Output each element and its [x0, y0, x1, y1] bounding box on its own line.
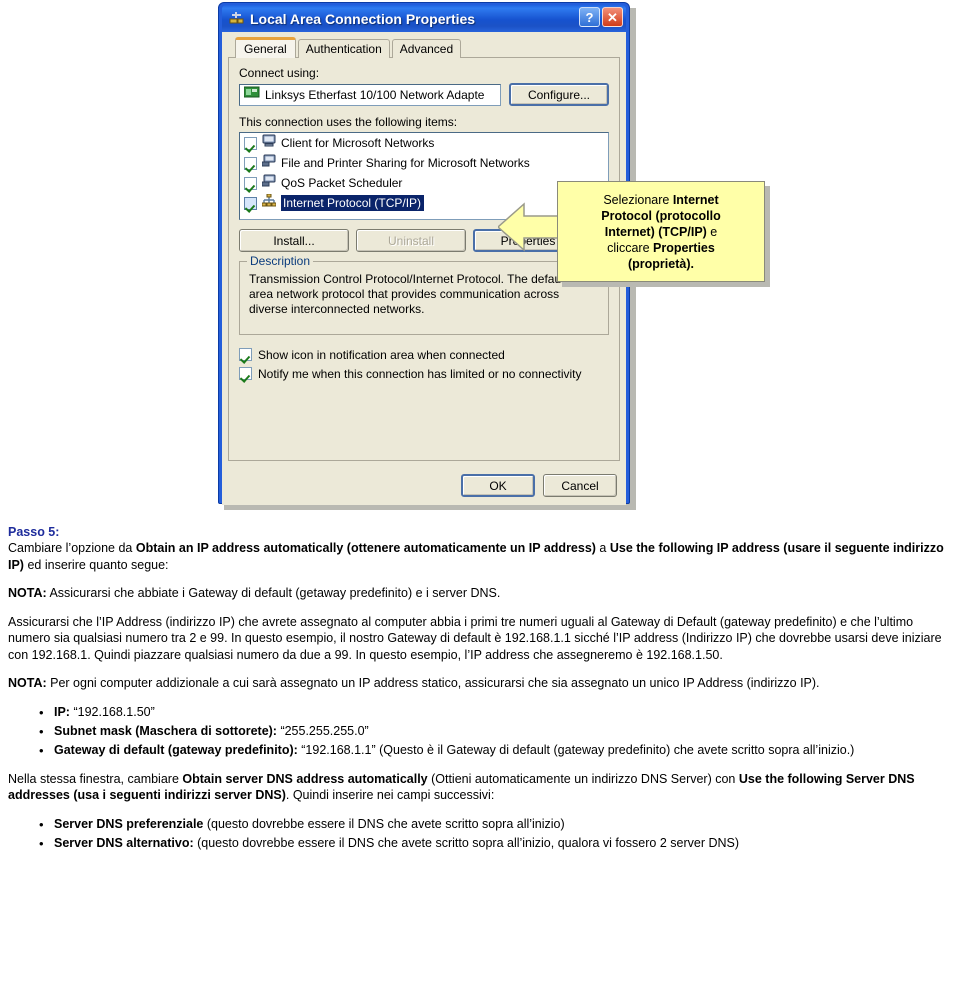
callout-line2-bold: Protocol (protocollo — [601, 208, 721, 223]
item-label: QoS Packet Scheduler — [281, 176, 403, 190]
notify-checkbox-row[interactable]: Notify me when this connection has limit… — [239, 364, 609, 383]
bullet-bold: Server DNS alternativo: — [54, 835, 194, 850]
dialog-title: Local Area Connection Properties — [250, 10, 476, 27]
notify-label: Notify me when this connection has limit… — [258, 366, 582, 381]
ok-button[interactable]: OK — [461, 474, 535, 497]
bullet-bold: Gateway di default (gateway predefinito)… — [54, 742, 298, 757]
description-legend: Description — [247, 254, 314, 268]
item-checkbox[interactable] — [244, 176, 257, 190]
bullet-bold: Subnet mask (Maschera di sottorete): — [54, 723, 277, 738]
show-icon-checkbox-row[interactable]: Show icon in notification area when conn… — [239, 345, 609, 364]
callout-line1-plain: Selezionare — [603, 192, 673, 207]
bullet-plain: “192.168.1.1” (Questo è il Gateway di de… — [297, 742, 855, 757]
tab-bar: General Authentication Advanced — [228, 37, 620, 58]
computer-share-icon — [261, 174, 276, 192]
item-label: File and Printer Sharing for Microsoft N… — [281, 156, 530, 170]
adapter-name: Linksys Etherfast 10/100 Network Adapte — [265, 87, 485, 102]
callout-line5-bold: (proprietà). — [628, 256, 694, 271]
show-icon-checkbox[interactable] — [239, 348, 252, 361]
nota-label-1: NOTA: — [8, 586, 47, 600]
bullet-plain: “192.168.1.50” — [69, 704, 155, 719]
callout-text: Selezionare Internet Protocol (protocollo… — [601, 192, 720, 272]
step-intro-bold1: Obtain an IP address automatically (otte… — [135, 541, 596, 555]
tab-advanced[interactable]: Advanced — [391, 39, 462, 58]
bullet-plain: (questo dovrebbe essere il DNS che avete… — [203, 816, 565, 831]
item-label: Internet Protocol (TCP/IP) — [281, 195, 425, 211]
bullet-bold: Server DNS preferenziale — [54, 816, 204, 831]
item-checkbox[interactable] — [244, 156, 257, 170]
cancel-button[interactable]: Cancel — [543, 474, 617, 497]
dialog-footer: OK Cancel — [461, 474, 617, 497]
callout-line3-bold: Internet) (TCP/IP) — [604, 224, 707, 239]
dialog-titlebar[interactable]: Local Area Connection Properties ? ✕ — [222, 5, 626, 32]
network-connection-icon — [228, 11, 245, 27]
nota-label-2: NOTA: — [8, 676, 47, 690]
adapter-field: Linksys Etherfast 10/100 Network Adapte — [239, 83, 501, 106]
ip-explanation-paragraph: Assicurarsi che l’IP Address (indirizzo … — [8, 614, 942, 662]
callout-line3-plain: e — [706, 224, 718, 239]
install-button[interactable]: Install... — [239, 229, 349, 252]
ip-settings-list: IP: “192.168.1.50” Subnet mask (Maschera… — [8, 704, 952, 759]
computer-share-icon — [261, 154, 276, 172]
step-intro-part3: ed inserire quanto segue: — [23, 557, 169, 572]
step-intro-part2: a — [595, 541, 610, 555]
computer-icon — [262, 134, 276, 152]
adapter-row: Linksys Etherfast 10/100 Network Adapte … — [239, 83, 609, 106]
step-intro-part1: Cambiare l’opzione da — [8, 541, 136, 555]
nota-text-2: Per ogni computer addizionale a cui sarà… — [46, 676, 820, 690]
list-item[interactable]: File and Printer Sharing for Microsoft N… — [240, 153, 608, 173]
screenshot-region: Local Area Connection Properties ? ✕ Gen… — [0, 0, 960, 525]
list-item[interactable]: QoS Packet Scheduler — [240, 173, 608, 193]
item-label: Client for Microsoft Networks — [281, 136, 435, 150]
network-adapter-icon — [243, 86, 260, 104]
nota-text-1: Assicurarsi che abbiate i Gateway di def… — [46, 586, 501, 600]
show-icon-label: Show icon in notification area when conn… — [258, 347, 505, 362]
description-text: Transmission Control Protocol/Internet P… — [249, 272, 596, 316]
connect-using-label: Connect using: — [239, 66, 320, 80]
dns-bold1: Obtain server DNS address automatically — [182, 771, 428, 786]
protocol-icon — [261, 193, 277, 212]
list-item[interactable]: Client for Microsoft Networks — [240, 133, 608, 153]
item-checkbox[interactable] — [244, 136, 257, 150]
description-group: Description Transmission Control Protoco… — [239, 254, 609, 335]
step-intro-paragraph: Cambiare l’opzione da Obtain an IP addre… — [8, 540, 952, 573]
help-button[interactable]: ? — [579, 7, 600, 27]
dns-settings-list: Server DNS preferenziale (questo dovrebb… — [8, 816, 952, 852]
step-heading: Passo 5: — [8, 525, 60, 539]
callout-line4-bold: Properties — [653, 240, 715, 255]
nota-paragraph-2: NOTA: Per ogni computer addizionale a cu… — [8, 675, 952, 692]
tab-general[interactable]: General — [235, 37, 296, 58]
dns-part1: Nella stessa finestra, cambiare — [8, 771, 183, 786]
tab-authentication[interactable]: Authentication — [297, 39, 390, 58]
configure-button[interactable]: Configure... — [509, 83, 609, 106]
list-item: Server DNS alternativo: (questo dovrebbe… — [39, 835, 952, 852]
callout-line4-plain: cliccare — [607, 240, 653, 255]
titlebar-buttons: ? ✕ — [579, 7, 623, 27]
bullet-plain: “255.255.255.0” — [276, 723, 369, 738]
bullet-bold: IP: — [54, 704, 70, 719]
uninstall-button: Uninstall — [356, 229, 466, 252]
callout-line1-bold: Internet — [672, 192, 719, 207]
document-body: Passo 5: Cambiare l’opzione da Obtain an… — [0, 525, 960, 864]
list-item: Subnet mask (Maschera di sottorete): “25… — [39, 723, 952, 740]
dns-part2: (Ottieni automaticamente un indirizzo DN… — [427, 771, 739, 786]
close-icon[interactable]: ✕ — [602, 7, 623, 27]
list-item: IP: “192.168.1.50” — [39, 704, 952, 721]
instruction-callout: Selezionare Internet Protocol (protocollo… — [557, 181, 765, 282]
bullet-plain: (questo dovrebbe essere il DNS che avete… — [193, 835, 740, 850]
dns-paragraph: Nella stessa finestra, cambiare Obtain s… — [8, 771, 952, 804]
notify-checkbox[interactable] — [239, 367, 252, 380]
dns-part3: . Quindi inserire nei campi successivi: — [285, 788, 495, 802]
list-item: Server DNS preferenziale (questo dovrebb… — [39, 816, 952, 833]
items-label: This connection uses the following items… — [239, 115, 458, 129]
item-checkbox[interactable] — [244, 196, 257, 210]
list-item: Gateway di default (gateway predefinito)… — [39, 742, 952, 759]
nota-paragraph-1: NOTA: Assicurarsi che abbiate i Gateway … — [8, 585, 952, 602]
